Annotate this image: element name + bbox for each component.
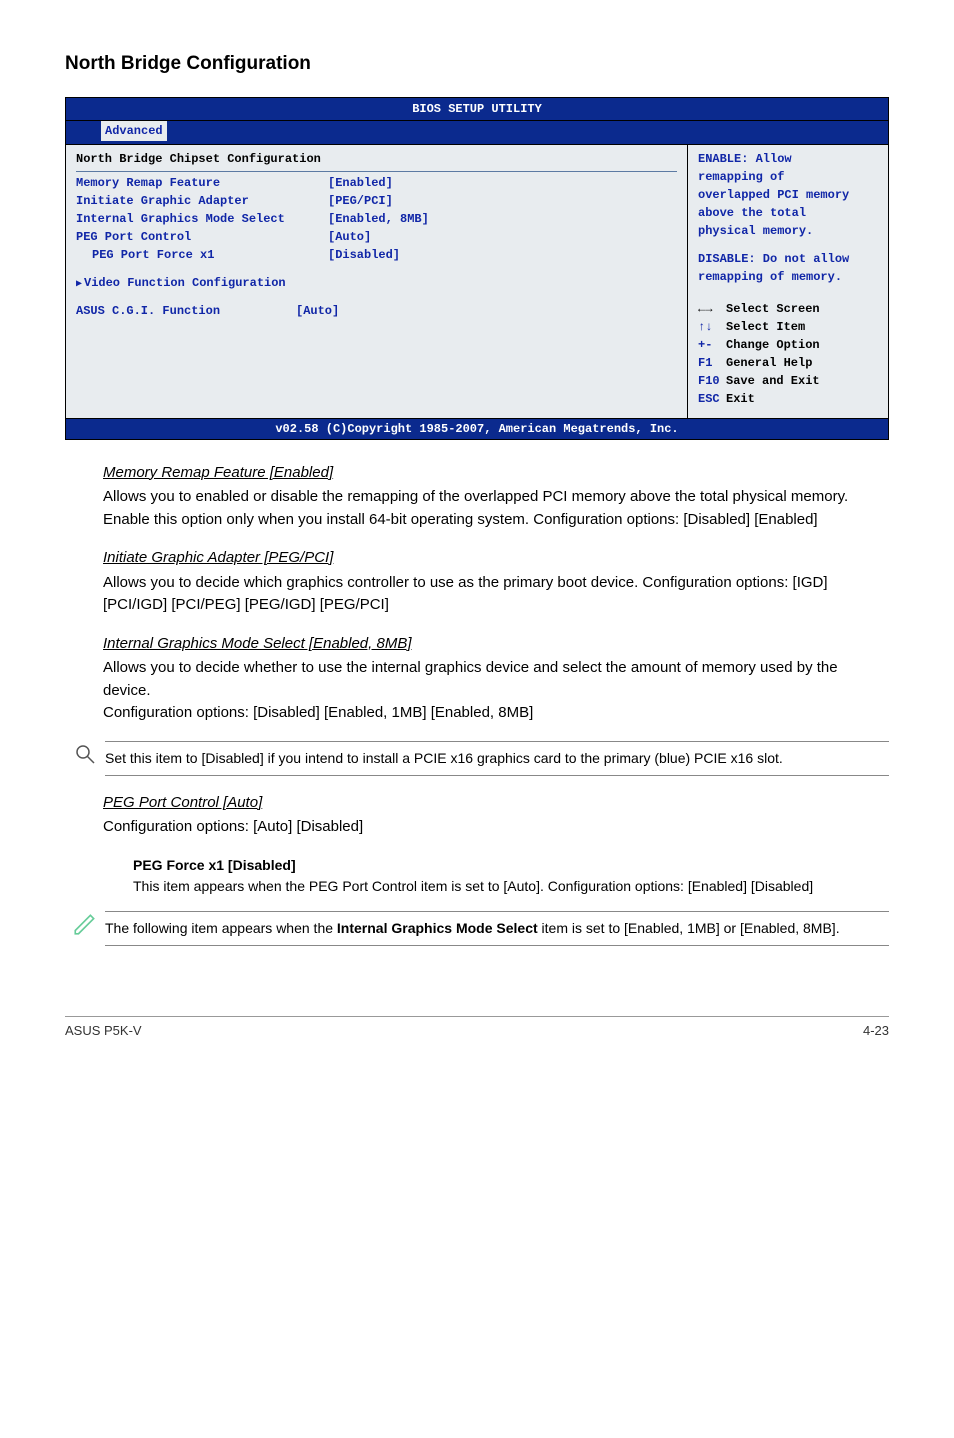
bios-help-line: ENABLE: Allow (698, 150, 878, 168)
subsection-peg-force-x1: PEG Force x1 [Disabled] This item appear… (103, 855, 889, 897)
note-text: Set this item to [Disabled] if you inten… (105, 741, 889, 776)
bios-key: F10 (698, 372, 726, 390)
bios-row-initiate-graphic: Initiate Graphic Adapter [PEG/PCI] (76, 192, 677, 210)
bios-label: Memory Remap Feature (76, 174, 328, 192)
subsection-internal-graphics: Internal Graphics Mode Select [Enabled, … (103, 633, 889, 725)
page-title: North Bridge Configuration (65, 50, 889, 79)
subsection-initiate-graphic: Initiate Graphic Adapter [PEG/PCI] Allow… (103, 547, 889, 617)
bios-key-desc: Select Screen (726, 302, 820, 316)
bios-label: PEG Port Control (76, 228, 328, 246)
subsection-body: Configuration options: [Auto] [Disabled] (103, 816, 889, 839)
bios-help-line: remapping of (698, 168, 878, 186)
bios-key-legend: ←→Select Screen ↑↓Select Item +-Change O… (698, 300, 878, 408)
bios-value: [Auto] (328, 228, 677, 246)
bios-help-line: overlapped PCI memory (698, 186, 878, 204)
subsection-body: Allows you to decide whether to use the … (103, 657, 889, 702)
bios-key: ESC (698, 390, 726, 408)
subsection-body: Configuration options: [Disabled] [Enabl… (103, 702, 889, 725)
footer-right: 4-23 (863, 1021, 889, 1041)
bios-key-desc: Save and Exit (726, 374, 820, 388)
bios-tab-row: Advanced (66, 121, 888, 145)
bios-row-video-function-configuration: Video Function Configuration (84, 274, 677, 292)
note-text: The following item appears when the Inte… (105, 911, 889, 946)
subsection-peg-port-control: PEG Port Control [Auto] Configuration op… (103, 792, 889, 839)
bios-label: PEG Port Force x1 (92, 246, 328, 264)
bios-title: BIOS SETUP UTILITY (66, 98, 888, 121)
bios-section-header: North Bridge Chipset Configuration (76, 150, 677, 172)
arrows-lr-icon: ←→ (698, 300, 726, 318)
bios-key-desc: Change Option (726, 338, 820, 352)
bios-row-memory-remap: Memory Remap Feature [Enabled] (76, 174, 677, 192)
bios-right-panel: ENABLE: Allow remapping of overlapped PC… (688, 145, 888, 418)
bios-row-peg-port-control: PEG Port Control [Auto] (76, 228, 677, 246)
bios-row-peg-port-force-x1: PEG Port Force x1 [Disabled] (76, 246, 677, 264)
magnifier-icon (65, 742, 105, 775)
subsection-body: Allows you to decide which graphics cont… (103, 572, 889, 617)
bios-key: +- (698, 336, 726, 354)
bios-key-desc: Select Item (726, 320, 805, 334)
bios-value: [Enabled] (328, 174, 677, 192)
subsection-heading: Initiate Graphic Adapter [PEG/PCI] (103, 547, 889, 570)
subsection-heading: Memory Remap Feature [Enabled] (103, 462, 889, 485)
bios-help-line: physical memory. (698, 222, 878, 240)
note-text-post: item is set to [Enabled, 1MB] or [Enable… (538, 920, 840, 936)
note-block: Set this item to [Disabled] if you inten… (65, 741, 889, 776)
bios-label: Video Function Configuration (84, 274, 336, 292)
subsection-memory-remap: Memory Remap Feature [Enabled] Allows yo… (103, 462, 889, 532)
bios-row-int-graphics-mode: Internal Graphics Mode Select [Enabled, … (76, 210, 677, 228)
bios-help-line: above the total (698, 204, 878, 222)
bios-label: Internal Graphics Mode Select (76, 210, 328, 228)
bios-label: Initiate Graphic Adapter (76, 192, 328, 210)
bios-value: [Disabled] (328, 246, 677, 264)
bios-row-asus-cgi-function: ASUS C.G.I. Function [Auto] (76, 302, 677, 320)
bios-key-desc: Exit (726, 392, 755, 406)
bios-footer: v02.58 (C)Copyright 1985-2007, American … (66, 418, 888, 439)
bios-left-panel: North Bridge Chipset Configuration Memor… (66, 145, 688, 418)
note-text-pre: The following item appears when the (105, 920, 337, 936)
bios-tab-advanced: Advanced (101, 121, 167, 141)
subsection-body: This item appears when the PEG Port Cont… (133, 876, 889, 897)
bios-help-line: remapping of memory. (698, 268, 878, 286)
subsection-heading: PEG Force x1 [Disabled] (133, 855, 889, 876)
note-text-bold: Internal Graphics Mode Select (337, 920, 538, 936)
bios-help-line: DISABLE: Do not allow (698, 250, 878, 268)
bios-label: ASUS C.G.I. Function (76, 302, 296, 320)
bios-help-text: ENABLE: Allow remapping of overlapped PC… (698, 150, 878, 300)
bios-value: [Auto] (296, 302, 677, 320)
footer-left: ASUS P5K-V (65, 1021, 142, 1041)
bios-value: [PEG/PCI] (328, 192, 677, 210)
bios-key: ↑↓ (698, 318, 726, 336)
bios-screenshot: BIOS SETUP UTILITY Advanced North Bridge… (65, 97, 889, 440)
note-block: The following item appears when the Inte… (65, 911, 889, 946)
pencil-icon (65, 911, 105, 946)
subsection-heading: Internal Graphics Mode Select [Enabled, … (103, 633, 889, 656)
subsection-heading: PEG Port Control [Auto] (103, 792, 889, 815)
bios-key-desc: General Help (726, 356, 812, 370)
page-footer: ASUS P5K-V 4-23 (65, 1016, 889, 1041)
subsection-body: Allows you to enabled or disable the rem… (103, 486, 889, 531)
bios-key: F1 (698, 354, 726, 372)
bios-value: [Enabled, 8MB] (328, 210, 677, 228)
